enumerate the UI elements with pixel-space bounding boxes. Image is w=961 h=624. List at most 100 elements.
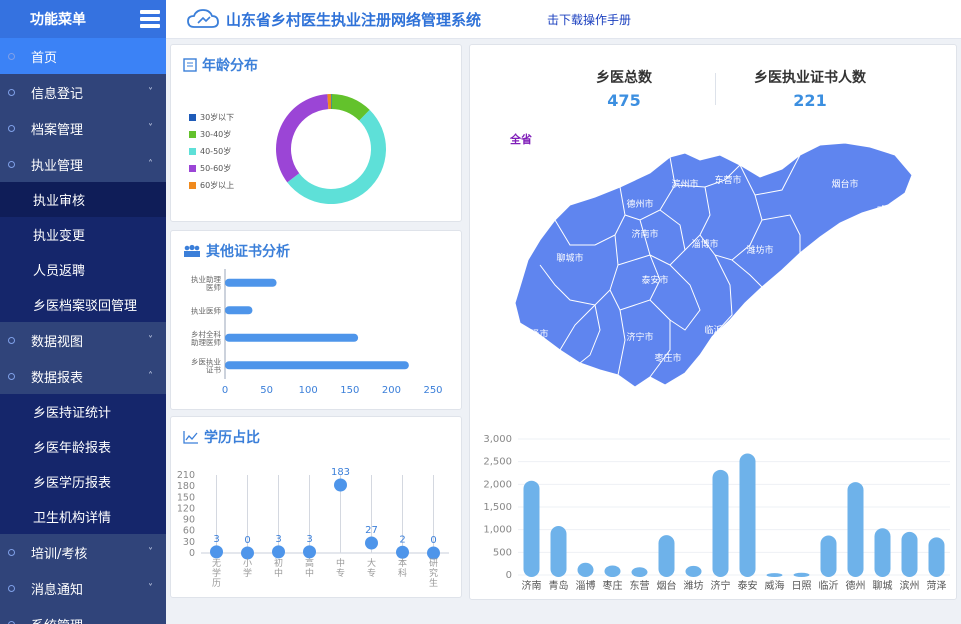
edu-category-label: 研 [429, 558, 438, 569]
sidebar-item-items21[interactable]: 数据报表 ˄ [0, 358, 166, 394]
y-tick-label: 1,000 [483, 525, 512, 536]
sidebar-item-items3[interactable]: 执业管理 ˄ [0, 146, 166, 182]
sidebar-subitem[interactable]: 人员返聘 [0, 252, 166, 287]
chevron-icon: ˅ [148, 546, 153, 558]
y-tick-label: 500 [493, 547, 512, 558]
map-city-label[interactable]: 淄博市 [691, 238, 718, 250]
sidebar-subitem[interactable]: 乡医持证统计 [0, 394, 166, 429]
sidebar-item-items2[interactable]: 档案管理 ˅ [0, 110, 166, 146]
download-manual-link[interactable]: 击下载操作手册 [547, 11, 631, 28]
edu-category-label: 大 [367, 557, 376, 569]
edu-category-label: 科 [398, 567, 407, 579]
map-city-label[interactable]: 青岛市 [806, 256, 833, 268]
x-tick-label: 枣庄 [603, 579, 623, 592]
cert-bar [225, 333, 359, 342]
age-donut-chart [276, 94, 386, 205]
sidebar-subitem[interactable]: 乡医学历报表 [0, 464, 166, 499]
map-city-label[interactable]: 日照市 [748, 306, 775, 318]
edu-value-label: 183 [331, 467, 350, 478]
chevron-icon: ˅ [148, 122, 153, 134]
all-province-label[interactable]: 全省 [510, 131, 532, 147]
edu-category-label: 中 [274, 567, 283, 579]
chevron-icon: ˄ [148, 158, 153, 170]
x-tick-label: 聊城 [873, 579, 893, 592]
total-label: 乡医总数 [596, 70, 652, 86]
cert-count-label: 乡医执业证书人数 [754, 70, 866, 86]
sidebar-subitem[interactable]: 乡医档案驳回管理 [0, 287, 166, 322]
sidebar-item-items20[interactable]: 数据视图 ˅ [0, 322, 166, 358]
x-tick-label: 潍坊 [684, 579, 704, 592]
x-tick-label: 淄博 [576, 579, 596, 592]
edu-y-tick: 150 [177, 492, 195, 503]
sidebar-item-items1[interactable]: 信息登记 ˅ [0, 74, 166, 110]
edu-category-label: 初 [274, 557, 283, 569]
cert-bar [225, 278, 277, 287]
cert-stat: 乡医执业证书人数 221 [730, 67, 890, 110]
chevron-icon: ˅ [148, 582, 153, 594]
city-bar [631, 567, 648, 577]
sidebar-item-label: 档案管理 [31, 122, 84, 138]
chevron-icon: ˅ [148, 86, 153, 98]
edu-category-label: 中 [336, 557, 345, 569]
edu-category-label: 历 [212, 578, 221, 589]
city-bar [658, 535, 675, 577]
map-city-label[interactable]: 聊城市 [556, 252, 583, 264]
map-city-label[interactable]: 东营市 [714, 174, 741, 186]
sidebar-item-items0[interactable]: 首页 [0, 38, 166, 74]
sidebar-subitem[interactable]: 执业变更 [0, 217, 166, 252]
menu-toggle-icon[interactable] [140, 10, 160, 28]
city-bar [874, 528, 891, 577]
edu-category-label: 本 [398, 557, 407, 569]
edu-value-label: 3 [275, 534, 281, 545]
city-bar [523, 480, 540, 577]
sidebar-header: 功能菜单 [0, 0, 166, 38]
edu-value-label: 27 [365, 525, 378, 536]
sidebar-item-items31[interactable]: 消息通知 ˅ [0, 570, 166, 606]
edu-y-tick: 30 [183, 537, 195, 548]
map-city-label[interactable]: 潍坊市 [746, 244, 773, 256]
sidebar-item-label: 首页 [31, 50, 58, 66]
map-city-label[interactable]: 济宁市 [626, 331, 653, 343]
age-distribution-panel: 年龄分布 30岁以下 30-40岁 40-50岁 50-60岁 60岁以上 [170, 44, 462, 222]
edu-y-tick: 90 [183, 515, 195, 526]
circle-icon [8, 124, 15, 132]
city-bar-chart: 3,000 2,500 2,000 1,500 1,000 500 0 济南 青岛 淄博 枣庄 东营烟… [483, 434, 950, 592]
cert-analysis-panel: 其他证书分析 执业助理 医师 执业医师 乡村全科 助理医师 乡医执业 证书 0 50 100 150… [170, 230, 462, 410]
chevron-icon: ˄ [148, 370, 153, 382]
map-city-label[interactable]: 泰安市 [641, 274, 668, 286]
sidebar-item-items30[interactable]: 培训/考核 ˅ [0, 534, 166, 570]
sidebar-subitem[interactable]: 执业审核 [0, 182, 166, 217]
edu-point [427, 546, 440, 560]
shandong-map[interactable]: 滨州市 东营市 烟台市威海市 德州市济南市淄博市潍坊市青岛市 聊城市泰安市日照市菏泽市 济… [500, 125, 920, 405]
map-city-label[interactable]: 济南市 [631, 228, 658, 240]
sidebar-item-items32[interactable]: 系统管理 [0, 606, 166, 624]
edu-category-label: 高 [305, 557, 314, 569]
map-city-label[interactable]: 烟台市 [831, 178, 858, 190]
map-city-label[interactable]: 德州市 [626, 198, 653, 210]
edu-category-label: 学 [243, 567, 252, 579]
edu-value-label: 3 [306, 534, 312, 545]
sidebar-subitem[interactable]: 乡医年龄报表 [0, 429, 166, 464]
total-stat: 乡医总数 475 [574, 67, 674, 110]
sidebar-title: 功能菜单 [30, 12, 86, 28]
sidebar-subitem[interactable]: 卫生机构详情 [0, 499, 166, 534]
cert-x-tick: 0 [222, 385, 228, 396]
edu-y-tick: 120 [177, 503, 195, 514]
y-tick-label: 3,000 [483, 434, 512, 445]
y-tick-label: 1,500 [483, 502, 512, 513]
map-city-label[interactable]: 威海市 [876, 204, 903, 216]
x-tick-label: 济南 [522, 579, 542, 592]
edu-lollipop-chart: 21018015012090603003无学历0小学3初中3高中183中专27大… [177, 467, 449, 589]
map-city-label[interactable]: 枣庄市 [654, 352, 681, 364]
x-tick-label: 菏泽 [927, 580, 947, 592]
x-tick-label: 青岛 [549, 579, 569, 592]
cert-bar [225, 361, 409, 370]
map-city-label[interactable]: 临沂市 [704, 324, 731, 336]
donut-slice [287, 109, 386, 205]
sidebar-item-label: 消息通知 [31, 582, 84, 598]
total-value: 475 [607, 91, 641, 110]
overview-panel: 乡医总数 475 乡医执业证书人数 221 滨州市 东营市 烟台市 威海市德州市… [469, 44, 957, 600]
map-city-label[interactable]: 菏泽市 [521, 328, 548, 340]
edu-category-label: 学 [212, 567, 221, 579]
map-city-label[interactable]: 滨州市 [671, 178, 698, 190]
